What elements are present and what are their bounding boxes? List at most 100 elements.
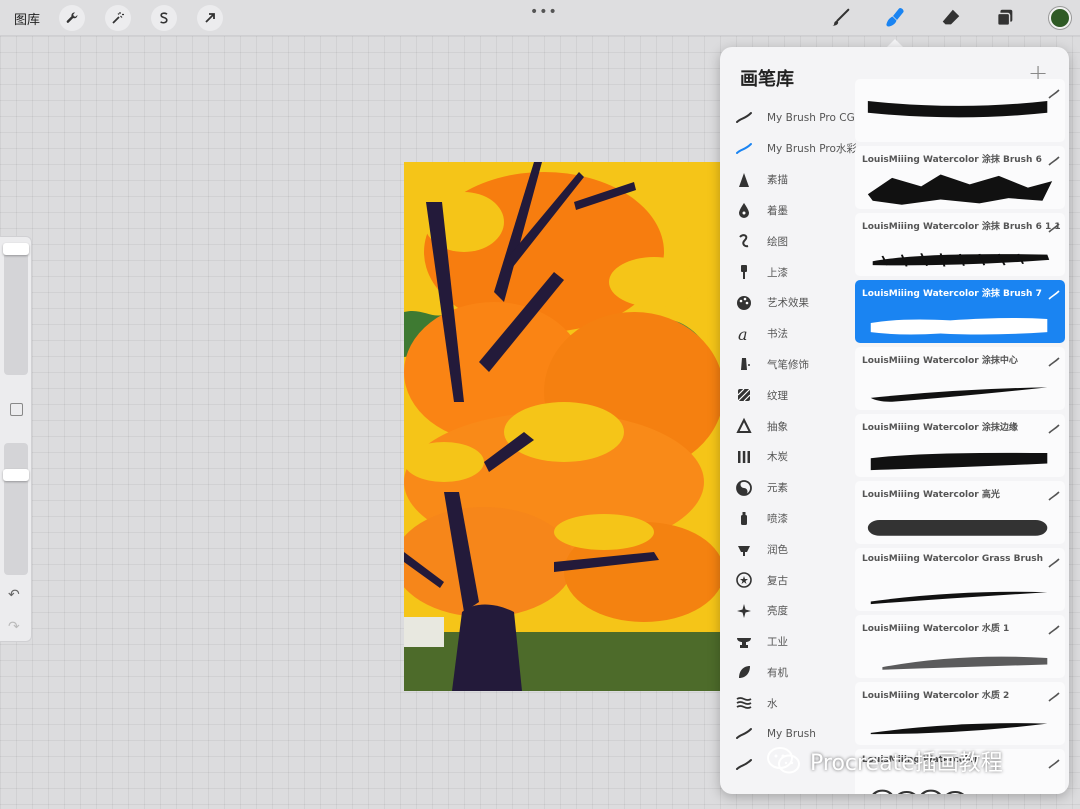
sparkle-icon: [735, 602, 753, 620]
brush-stroke-blue-icon: [735, 140, 753, 158]
layers-tool[interactable]: [993, 6, 1017, 30]
brush-item-selected[interactable]: LouisMiiing Watercolor 涂抹 Brush 7: [855, 280, 1065, 343]
brush-category-item[interactable]: 上漆: [720, 257, 856, 287]
brush-category-item[interactable]: 润色: [720, 534, 856, 564]
brush-category-label: 素描: [767, 174, 788, 187]
undo-icon[interactable]: ↶: [8, 587, 20, 603]
brush-stroke-mark-icon: [1048, 285, 1060, 300]
brush-category-item[interactable]: 复古: [720, 565, 856, 595]
brush-name: LouisMiiing Watercolor 涂抹边缘: [862, 423, 1018, 433]
brush-category-item[interactable]: 木炭: [720, 442, 856, 472]
brush-stroke-mark-icon: [1048, 419, 1060, 434]
brush-category-item[interactable]: 素描: [720, 165, 856, 195]
brush-stroke-preview: [863, 235, 1057, 273]
brush-category-label: 润色: [767, 543, 788, 556]
brush-category-label: 纹理: [767, 389, 788, 402]
brush-item[interactable]: LouisMiiing Watercolor 水质 2: [855, 682, 1065, 745]
brush-category-label: 绘图: [767, 235, 788, 248]
brush-stroke-preview: [863, 369, 1057, 407]
smudge-icon: [886, 8, 904, 27]
calligraphy-icon: a: [735, 325, 753, 343]
brush-size-slider[interactable]: [4, 243, 28, 375]
brush-category-label: 艺术效果: [767, 297, 809, 310]
more-menu-dots[interactable]: •••: [530, 4, 558, 20]
brush-category-item[interactable]: 元素: [720, 473, 856, 503]
brush-item[interactable]: LouisMiiing Watercolor 涂抹 Brush 6: [855, 146, 1065, 209]
brush-stroke-preview: [863, 168, 1057, 206]
brush-item[interactable]: LouisMiiing Watercolor 涂抹中心: [855, 347, 1065, 410]
palette-icon: [735, 294, 753, 312]
opacity-thumb[interactable]: [3, 469, 29, 481]
brush-stroke-mark-icon: [1048, 84, 1060, 99]
brush-item[interactable]: LouisMiiing Watercolor 涂抹 Brush 6 1 1: [855, 213, 1065, 276]
brush-category-item[interactable]: 有机: [720, 657, 856, 687]
color-picker-swatch[interactable]: [1049, 7, 1071, 29]
brush-category-item[interactable]: 亮度: [720, 596, 856, 626]
autumn-tree-painting: [404, 162, 720, 691]
brush-stroke-mark-icon: [1048, 352, 1060, 367]
leaf-icon: [735, 663, 753, 681]
brush-category-item[interactable]: 绘图: [720, 226, 856, 256]
artwork-canvas[interactable]: [404, 162, 720, 691]
brush-category-label: 亮度: [767, 605, 788, 618]
brush-stroke-icon: [735, 109, 753, 127]
brush-item[interactable]: LouisMiiing Watercolor 水质 1: [855, 615, 1065, 678]
brush-category-item[interactable]: 工业: [720, 627, 856, 657]
transform-button[interactable]: [197, 5, 223, 31]
airbrush-icon: [735, 355, 753, 373]
brush-item[interactable]: [855, 79, 1065, 142]
brush-category-label: 水: [767, 697, 778, 710]
adjustments-button[interactable]: [105, 5, 131, 31]
brush-category-item[interactable]: 纹理: [720, 380, 856, 410]
brush-category-list: My Brush Pro CG My Brush Pro水彩 素描着墨绘图上漆艺术效…: [720, 101, 856, 794]
brush-category-label: 元素: [767, 482, 788, 495]
brush-stroke-mark-icon: [1048, 553, 1060, 568]
brush-category-item[interactable]: 抽象: [720, 411, 856, 441]
smudge-tool[interactable]: [883, 6, 907, 30]
brush-stroke-mark-icon: [1048, 218, 1060, 233]
brush-stroke-preview: [863, 436, 1057, 474]
brush-stroke-preview: [863, 637, 1057, 675]
brush-category-item[interactable]: My Brush Pro CG: [720, 103, 856, 133]
brush-stroke-preview: [863, 704, 1057, 742]
actions-button[interactable]: [59, 5, 85, 31]
spray-can-icon: [735, 509, 753, 527]
brush-category-item[interactable]: 气笔修饰: [720, 349, 856, 379]
brush-stroke-preview: [863, 570, 1057, 608]
modify-button[interactable]: [10, 403, 23, 416]
brush-category-item[interactable]: My Brush Pro水彩: [720, 134, 856, 164]
gallery-button[interactable]: 图库: [14, 9, 40, 28]
opacity-slider[interactable]: [4, 443, 28, 575]
retouch-icon: [735, 540, 753, 558]
brush-item[interactable]: LouisMiiing Watercolor Grass Brush: [855, 548, 1065, 611]
brush-category-label: 工业: [767, 636, 788, 649]
brush-item[interactable]: LouisMiiing Watercolor 高光: [855, 481, 1065, 544]
brush-category-label: 书法: [767, 328, 788, 341]
brush-category-item[interactable]: a 书法: [720, 319, 856, 349]
brush-category-label: 抽象: [767, 420, 788, 433]
selection-button[interactable]: [151, 5, 177, 31]
brush-category-label: My Brush Pro CG: [767, 112, 855, 124]
panel-title: 画笔库: [740, 69, 794, 90]
magic-wand-icon: [112, 12, 124, 24]
eraser-tool[interactable]: [939, 6, 963, 30]
brush-stroke-preview: [863, 503, 1057, 541]
paint-brush-icon: [735, 263, 753, 281]
brush-category-item[interactable]: 艺术效果: [720, 288, 856, 318]
brush-name: LouisMiiing Watercolor 涂抹 Brush 6 1 1: [862, 222, 1061, 232]
paint-brush-tool[interactable]: [829, 6, 853, 30]
brush-item[interactable]: LouisMiiing Watercolor 涂抹边缘: [855, 414, 1065, 477]
svg-text:a: a: [738, 325, 748, 343]
brush-stroke-preview: [863, 101, 1057, 139]
layers-icon: [996, 9, 1013, 27]
brush-category-item[interactable]: 喷漆: [720, 503, 856, 533]
brush-category-label: My Brush Pro水彩: [767, 143, 856, 156]
brush-category-item[interactable]: 水: [720, 688, 856, 718]
ink-drop-icon: [735, 201, 753, 219]
brush-category-item[interactable]: 着墨: [720, 195, 856, 225]
brush-size-thumb[interactable]: [3, 243, 29, 255]
transform-arrow-icon: [205, 13, 215, 23]
redo-icon[interactable]: ↷: [8, 619, 20, 635]
abstract-triangle-icon: [735, 417, 753, 435]
brush-stroke-preview: [863, 302, 1057, 340]
